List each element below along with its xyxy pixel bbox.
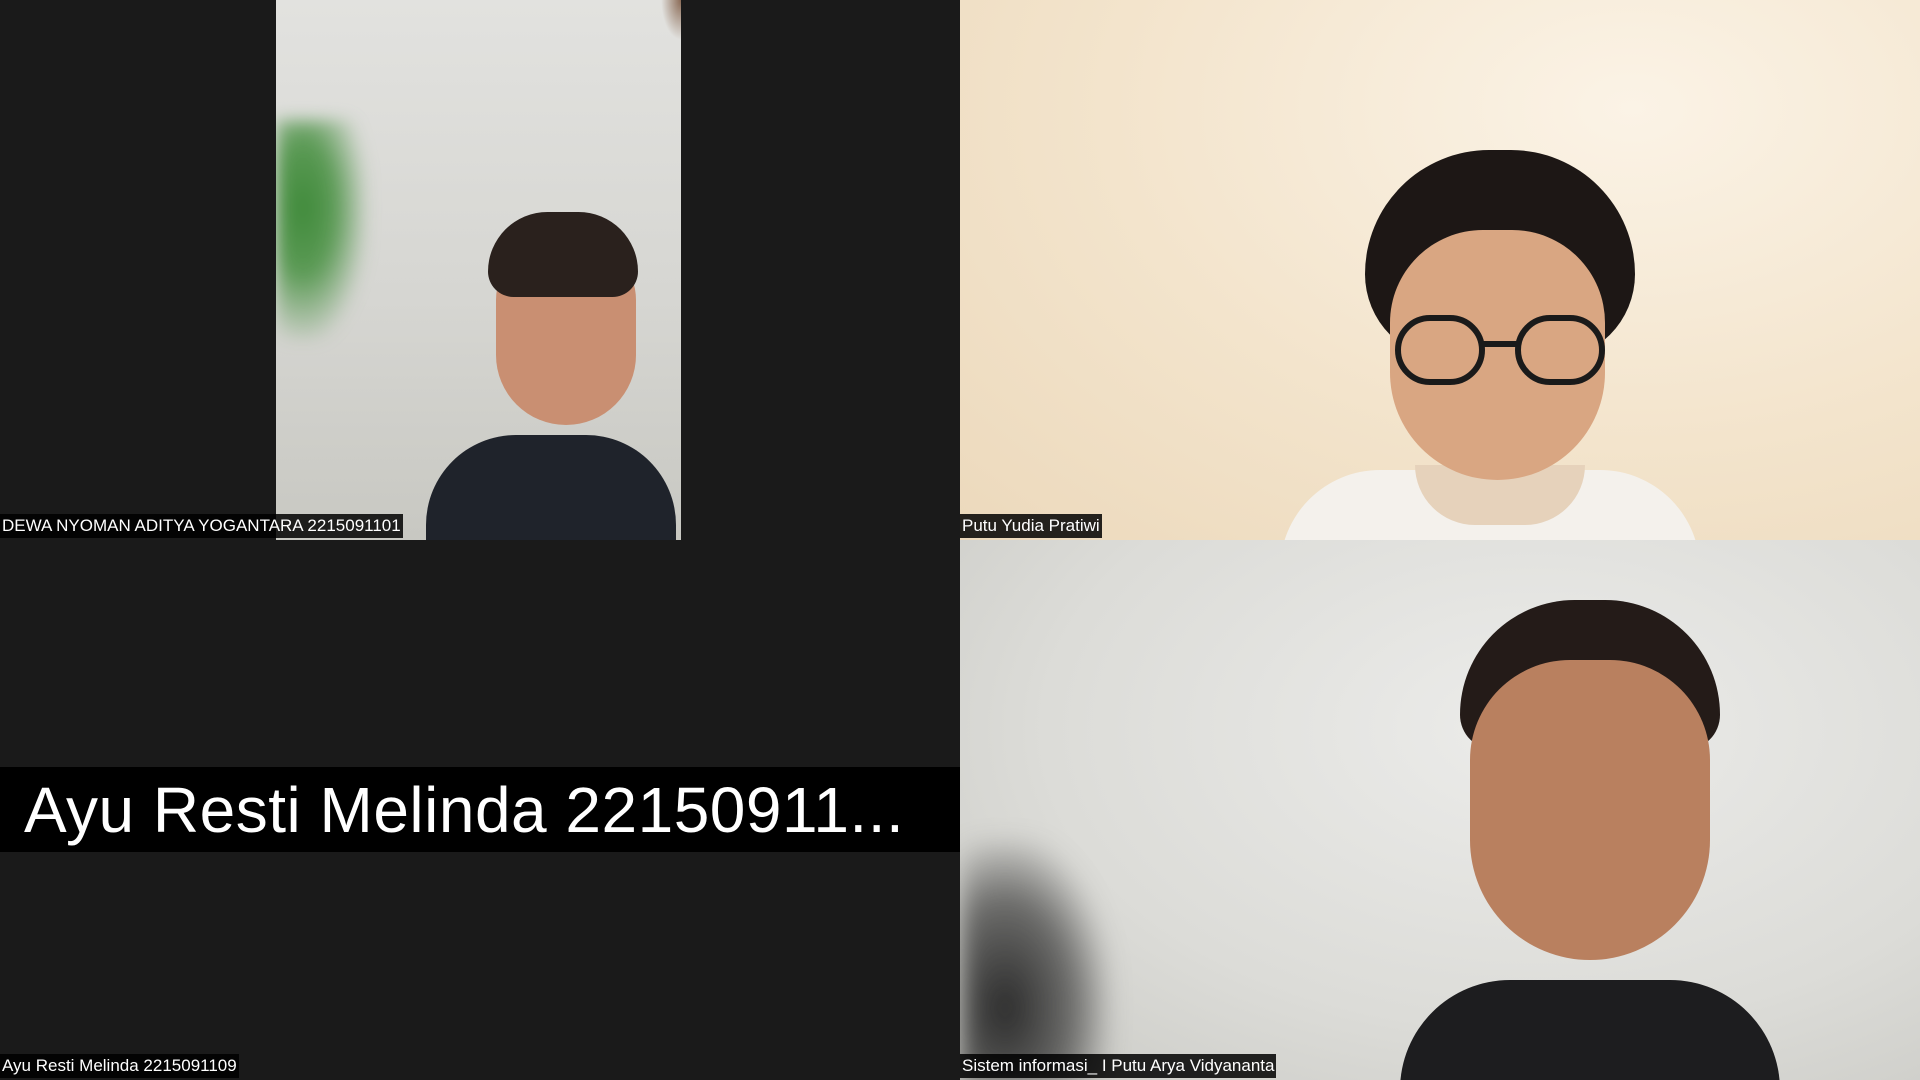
participant-display-name: Ayu Resti Melinda 22150911... bbox=[24, 773, 905, 846]
participant-video bbox=[276, 0, 681, 540]
participant-person bbox=[1400, 600, 1780, 1080]
participant-name-label: DEWA NYOMAN ADITYA YOGANTARA 2215091101 bbox=[0, 514, 403, 538]
background-plant bbox=[276, 120, 366, 340]
participant-name-label: Sistem informasi_ I Putu Arya Vidyananta bbox=[960, 1054, 1277, 1078]
meeting-gallery-view: DEWA NYOMAN ADITYA YOGANTARA 2215091101 … bbox=[0, 0, 1920, 1080]
participant-name-label: Ayu Resti Melinda 2215091109 bbox=[0, 1054, 239, 1078]
participant-video bbox=[960, 540, 1920, 1080]
participant-person bbox=[426, 210, 676, 540]
participant-video bbox=[960, 0, 1920, 540]
participant-name-label: Putu Yudia Pratiwi bbox=[960, 514, 1102, 538]
participant-tile-putu-yudia[interactable]: Putu Yudia Pratiwi bbox=[960, 0, 1920, 540]
participant-tile-dewa[interactable]: DEWA NYOMAN ADITYA YOGANTARA 2215091101 bbox=[0, 0, 960, 540]
participant-tile-arya[interactable]: Sistem informasi_ I Putu Arya Vidyananta bbox=[960, 540, 1920, 1080]
glasses bbox=[1395, 315, 1605, 385]
participant-person bbox=[1270, 150, 1700, 540]
participant-tile-ayu[interactable]: Ayu Resti Melinda 22150911... Ayu Resti … bbox=[0, 540, 960, 1080]
participant-name-card: Ayu Resti Melinda 22150911... bbox=[0, 767, 960, 852]
